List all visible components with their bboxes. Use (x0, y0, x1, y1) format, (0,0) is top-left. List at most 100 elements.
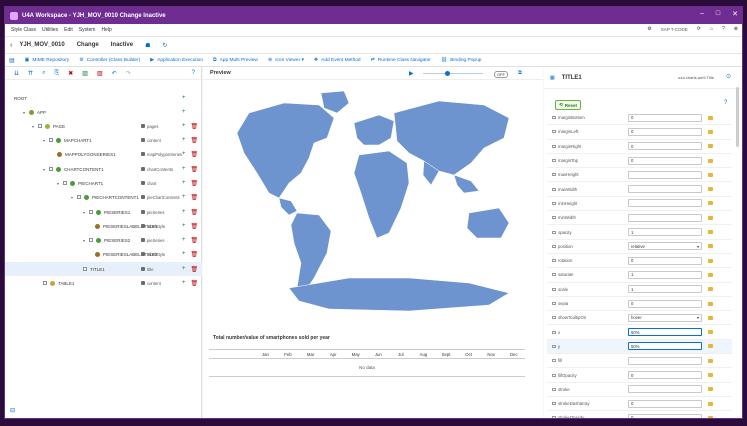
runtime-class-navigator-button[interactable]: ⇄ Runtime Class Navigator (371, 57, 431, 63)
add-child-icon[interactable]: + (182, 166, 186, 173)
binding-folder-icon[interactable] (708, 215, 713, 220)
property-value-input[interactable] (628, 185, 702, 194)
delete-node-icon[interactable]: 🗑 (191, 166, 199, 173)
reset-button[interactable]: ⟲ Reset (555, 100, 582, 110)
property-value-input[interactable]: 0 (628, 413, 702, 418)
binding-folder-icon[interactable] (708, 373, 713, 378)
add-child-icon[interactable]: + (182, 251, 186, 258)
console-icon[interactable]: ⊟ (10, 407, 15, 414)
add-child-icon[interactable]: + (182, 151, 186, 158)
tree-node-chartcontent1[interactable]: ▾ CHARTCONTENT1 chartContents + 🗑 (5, 162, 202, 176)
expand-caret-icon[interactable]: ▾ (43, 167, 45, 172)
add-event-method-button[interactable]: ✚ Add Event Method (314, 57, 361, 63)
minimize-icon[interactable]: – (700, 10, 704, 18)
node-checkbox[interactable] (63, 181, 68, 186)
add-child-icon[interactable]: + (182, 280, 186, 287)
binding-folder-icon[interactable] (708, 387, 713, 392)
delete-node-icon[interactable]: 🗑 (191, 194, 199, 201)
tree-node-table1[interactable]: TABLE1 content + 🗑 (5, 276, 202, 290)
property-value-input[interactable]: 1 (628, 270, 702, 279)
node-checkbox[interactable] (49, 167, 54, 172)
expand-caret-icon[interactable]: ▾ (23, 110, 25, 115)
binding-folder-icon[interactable] (708, 315, 713, 320)
copy-icon[interactable]: ⎘ (54, 70, 59, 77)
tree-node-page[interactable]: ▾ PAGE pages + 🗑 (5, 119, 202, 133)
back-icon[interactable]: ‹ (10, 42, 12, 49)
property-value-input[interactable]: 1 (628, 228, 702, 237)
home-icon[interactable]: ⌂ (710, 26, 713, 32)
binding-folder-icon[interactable] (708, 172, 713, 177)
zoom-out-icon[interactable]: ▶ (409, 70, 414, 77)
binding-folder-icon[interactable] (708, 344, 713, 349)
delete-node-icon[interactable]: 🗑 (191, 280, 199, 287)
binding-folder-icon[interactable] (708, 244, 713, 249)
settings-icon[interactable]: ⚙ (647, 26, 651, 32)
add-child-icon[interactable]: + (182, 223, 186, 230)
tree-node-root[interactable]: ROOT + (5, 91, 202, 105)
add-child-icon[interactable]: + (182, 95, 186, 101)
tree-node-piechart1[interactable]: ▾ PIECHART1 chart + 🗑 (5, 176, 202, 190)
binding-folder-icon[interactable] (708, 415, 713, 418)
property-value-input[interactable]: relative ▾ (628, 242, 702, 251)
menu-help[interactable]: Help (101, 27, 111, 33)
tree-node-app[interactable]: ▾ APP + (5, 105, 202, 119)
menu-system[interactable]: System (79, 27, 96, 33)
property-value-input[interactable]: hover ▾ (628, 313, 702, 322)
node-checkbox[interactable] (77, 195, 82, 200)
delete-node-icon[interactable]: 🗑 (191, 266, 199, 273)
search-icon[interactable]: ⌕ (42, 70, 45, 77)
close-app-icon[interactable]: ⊗ (734, 26, 738, 32)
menu-utilities[interactable]: Utilities (42, 27, 58, 33)
binding-folder-icon[interactable] (708, 129, 713, 134)
add-child-icon[interactable]: + (182, 109, 186, 115)
tree-node-pieseries2[interactable]: ▾ PIESERIES2 pieSeries + 🗑 (5, 233, 202, 247)
expand-all-icon[interactable]: ⇊ (14, 70, 19, 77)
node-checkbox[interactable] (83, 267, 87, 272)
binding-folder-icon[interactable] (708, 401, 713, 406)
binding-folder-icon[interactable] (708, 258, 713, 263)
node-checkbox[interactable] (49, 138, 54, 143)
delete-node-icon[interactable]: 🗑 (191, 223, 199, 230)
expand-caret-icon[interactable]: ▾ (83, 210, 85, 215)
property-value-input[interactable] (628, 385, 702, 394)
delete-node-icon[interactable]: 🗑 (191, 137, 199, 144)
node-checkbox[interactable] (38, 124, 43, 129)
layout-icon[interactable]: ▤ (9, 57, 15, 64)
properties-scrollbar[interactable] (736, 87, 739, 147)
expand-caret-icon[interactable]: ▾ (57, 181, 59, 186)
mime-repository-button[interactable]: ▣ MIME Repository (25, 57, 70, 63)
fullscreen-icon[interactable]: ⧉ (518, 70, 522, 77)
node-checkbox[interactable] (43, 281, 47, 286)
property-value-input[interactable]: 50% (628, 328, 702, 337)
delete-node-icon[interactable]: 🗑 (191, 251, 199, 258)
zoom-slider[interactable] (423, 71, 483, 76)
add-child-icon[interactable]: + (182, 266, 186, 273)
add-child-icon[interactable]: + (182, 237, 186, 244)
binding-folder-icon[interactable] (708, 330, 713, 335)
tree-node-title1[interactable]: TITLE1 title + 🗑 (5, 262, 202, 277)
property-value-input[interactable] (628, 356, 702, 365)
delete-node-icon[interactable]: 🗑 (191, 123, 199, 130)
delete-node-icon[interactable]: 🗑 (191, 209, 199, 216)
property-value-input[interactable]: 0 (628, 113, 702, 122)
delete-icon[interactable]: ✖ (68, 70, 73, 77)
expand-caret-icon[interactable]: ▾ (32, 124, 34, 129)
tree-node-pieserieslabelstyle1[interactable]: PIESERIESLABELSTYLE1 labelStyle + 🗑 (5, 219, 202, 233)
property-value-input[interactable]: 0 (628, 371, 702, 380)
binding-folder-icon[interactable] (708, 201, 713, 206)
zoom-toggle[interactable]: OFF (494, 71, 508, 78)
property-value-input[interactable]: 0 (628, 156, 702, 165)
property-value-input[interactable]: 0 (628, 399, 702, 408)
sync-icon[interactable]: ↻ (162, 42, 167, 49)
controller-button[interactable]: ⚙ Controller (Class Builder) (79, 57, 140, 63)
maximize-icon[interactable]: □ (716, 10, 720, 18)
property-value-input[interactable]: 0 (628, 142, 702, 151)
property-value-input[interactable]: 0 (628, 299, 702, 308)
icon-viewer-button[interactable]: ⊕ Icon Viewer ▾ (268, 57, 304, 63)
application-execution-button[interactable]: ▶ Application Execution (150, 57, 203, 63)
binding-folder-icon[interactable] (708, 230, 713, 235)
property-value-input[interactable]: 1 (628, 285, 702, 294)
redo-icon[interactable]: ↷ (126, 70, 131, 77)
info-icon[interactable]: ⊙ (726, 73, 731, 80)
property-value-input[interactable]: 0 (628, 127, 702, 136)
